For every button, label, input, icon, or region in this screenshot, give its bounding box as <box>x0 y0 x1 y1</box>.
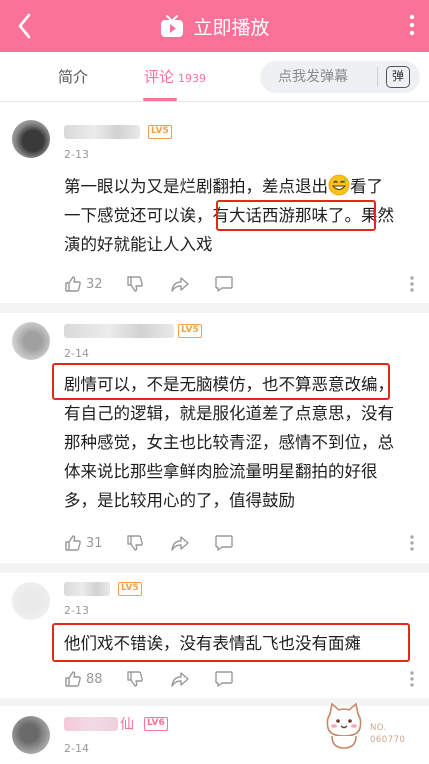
comment-text: 他们戏不错诶，没有表情乱飞也没有面瘫 <box>64 634 361 653</box>
thumbs-up-icon <box>65 671 81 687</box>
comment-line: 那种感觉，女主也比较青涩，感情不到位，总 <box>64 433 394 452</box>
more-vertical-icon[interactable] <box>410 668 414 690</box>
danmu-input[interactable]: 点我发弹幕 弹 <box>260 61 420 93</box>
more-vertical-icon[interactable] <box>410 273 414 295</box>
avatar[interactable] <box>12 322 50 360</box>
thumbs-up-icon <box>65 535 81 551</box>
reply-icon[interactable] <box>214 273 234 295</box>
username-blurred[interactable] <box>64 324 174 338</box>
like-button[interactable]: 32 <box>64 273 103 295</box>
share-icon[interactable] <box>170 668 190 690</box>
thumbs-down-icon[interactable] <box>126 273 144 295</box>
play-now-button[interactable]: 立即播放 <box>0 0 429 52</box>
comment-text: 剧情可以，不是无脑模仿，也不算恶意改编， 有自己的逻辑，就是服化道差了点意思，没… <box>64 370 416 515</box>
tab-intro[interactable]: 简介 <box>58 52 88 102</box>
danmu-placeholder: 点我发弹幕 <box>278 69 348 85</box>
username-blurred[interactable] <box>64 717 118 731</box>
active-tab-indicator <box>143 98 177 101</box>
comment-line: 剧情可以，不是无脑模仿，也不算恶意改编， <box>64 375 394 394</box>
comment-line: 演的好就能让人入戏 <box>64 235 213 254</box>
like-button[interactable]: 31 <box>64 532 103 554</box>
share-icon[interactable] <box>170 273 190 295</box>
thumbs-down-icon[interactable] <box>126 668 144 690</box>
comment-line: 一下感觉还可以诶，有大话西游那味了。果然 <box>64 206 394 225</box>
section-divider <box>0 563 429 573</box>
level-badge: LV6 <box>144 717 168 731</box>
avatar[interactable] <box>12 716 50 754</box>
comment-actions: 88 <box>64 668 416 690</box>
tab-bar: 简介 评论 1939 点我发弹幕 弹 <box>0 52 429 102</box>
comment-date: 2-13 <box>64 148 89 161</box>
top-bar: 立即播放 <box>0 0 429 52</box>
avatar[interactable] <box>12 120 50 158</box>
comment-item: LV5 2-14 剧情可以，不是无脑模仿，也不算恶意改编， 有自己的逻辑，就是服… <box>0 313 429 563</box>
comment-item: LV5 2-13 第一眼以为又是烂剧翻拍，差点退出 看了 一下感觉还可以诶，有大话… <box>0 103 429 303</box>
username-partial[interactable]: 仙 <box>120 714 134 734</box>
watermark-text: NO. 060770 <box>370 723 406 745</box>
thumbs-up-icon <box>65 276 81 292</box>
like-count: 31 <box>86 535 103 551</box>
comment-date: 2-14 <box>64 347 89 360</box>
comment-line: 体来说比那些拿鲜肉脸流量明星翻拍的好很 <box>64 462 378 481</box>
username-blurred[interactable] <box>64 125 140 139</box>
comment-actions: 32 <box>64 273 416 295</box>
more-vertical-icon[interactable] <box>410 532 414 554</box>
section-divider <box>0 303 429 313</box>
like-button[interactable]: 88 <box>64 668 103 690</box>
comment-count: 1939 <box>178 72 207 85</box>
level-badge: LV5 <box>118 582 142 596</box>
comment-line: 第一眼以为又是烂剧翻拍，差点退出 看了 <box>64 172 416 201</box>
comment-line: 多，是比较用心的了，值得鼓励 <box>64 491 295 510</box>
danmu-toggle-icon[interactable]: 弹 <box>386 66 410 88</box>
like-count: 32 <box>86 276 103 292</box>
username-blurred[interactable] <box>64 582 110 596</box>
comment-actions: 31 <box>64 532 416 554</box>
grinning-sweat-emoji-icon <box>328 174 350 196</box>
tab-comments-label: 评论 <box>144 68 175 86</box>
danmu-separator <box>377 67 378 87</box>
share-icon[interactable] <box>170 532 190 554</box>
reply-icon[interactable] <box>214 668 234 690</box>
reply-icon[interactable] <box>214 532 234 554</box>
tab-comments[interactable]: 评论 1939 <box>144 52 206 102</box>
cat-mascot-icon <box>326 702 362 749</box>
comment-line: 有自己的逻辑，就是服化道差了点意思，没有 <box>64 404 394 423</box>
comment-text: 第一眼以为又是烂剧翻拍，差点退出 看了 一下感觉还可以诶，有大话西游那味了。果然 … <box>64 172 416 259</box>
thumbs-down-icon[interactable] <box>126 532 144 554</box>
tv-play-icon <box>161 15 184 37</box>
page-title: 立即播放 <box>193 16 270 39</box>
more-options-icon[interactable] <box>409 10 415 40</box>
level-badge: LV5 <box>148 125 172 139</box>
like-count: 88 <box>86 671 103 687</box>
comment-date: 2-13 <box>64 604 89 617</box>
comment-item: LV5 2-13 他们戏不错诶，没有表情乱飞也没有面瘫 88 <box>0 573 429 698</box>
avatar[interactable] <box>12 582 50 620</box>
level-badge: LV5 <box>178 324 202 338</box>
comment-date: 2-14 <box>64 742 89 755</box>
highlighted-phrase: 有大话西游那味了。 <box>212 206 362 225</box>
